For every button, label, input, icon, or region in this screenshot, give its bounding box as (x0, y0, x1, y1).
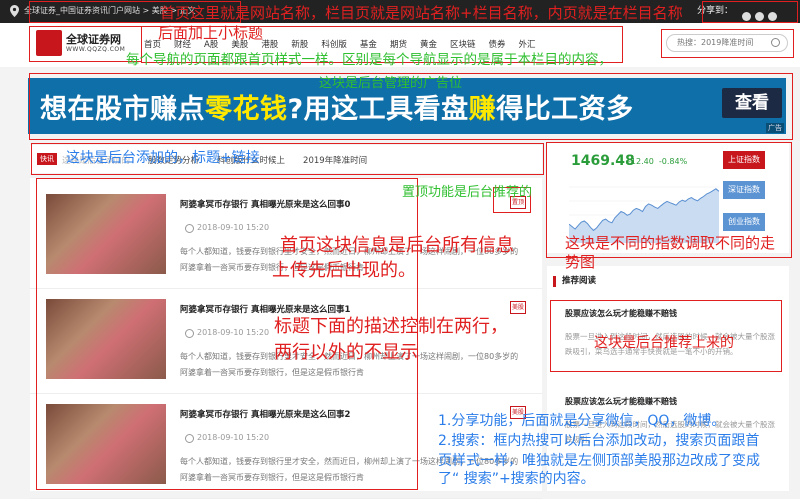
annotation-note: 首页这块信息是后台所有信息 (280, 235, 514, 256)
annotation-box (702, 1, 798, 23)
annotation-note: 这块是后台管理的广告位 (319, 76, 463, 91)
annotation-note: 上传先后出现的。 (272, 260, 416, 281)
annotation-note: 了“ 搜索”+搜索的内容。 (438, 471, 595, 487)
annotation-note: 2.搜索：框内热搜可以后台添加改动，搜索页面跟首 (438, 433, 760, 449)
annotation-note: 1.分享功能，后面就是分享微信，QQ，微博。 (438, 413, 726, 429)
location-pin-icon (10, 5, 19, 17)
annotation-note: 这块是后台添加的，标题+链接 (66, 150, 260, 166)
annotation-note: 首页这里就是网站名称，栏目页就是网站名称+栏目名称，内页就是在栏目名称 (160, 4, 683, 22)
recommended-heading: 推荐阅读 (553, 276, 596, 287)
annotation-note: 标题下面的描述控制在两行， (274, 316, 508, 337)
annotation-note: 这块是后台推荐上来的 (594, 335, 734, 351)
annotation-note: 后面加上小标题 (158, 24, 264, 42)
annotation-note: 两行以外的不显示 (274, 342, 418, 363)
annotation-note: 置顶功能是后台推荐的 (402, 185, 533, 200)
annotation-note: 页样式一样，唯独就是左侧顶部美股那边改成了变成 (438, 453, 760, 469)
recommended-title[interactable]: 股票应该怎么玩才能稳赚不赔钱 (565, 396, 775, 407)
annotation-note: 这块是不同的指数调取不同的走 (565, 234, 776, 252)
annotation-note: 势图 (565, 253, 596, 271)
annotation-box (661, 29, 794, 58)
annotation-note: 每个导航的页面都跟首页样式一样。区别是每个导航显示的是属于本栏目的内容， (126, 52, 612, 68)
category-badge: 美股 (510, 301, 526, 314)
